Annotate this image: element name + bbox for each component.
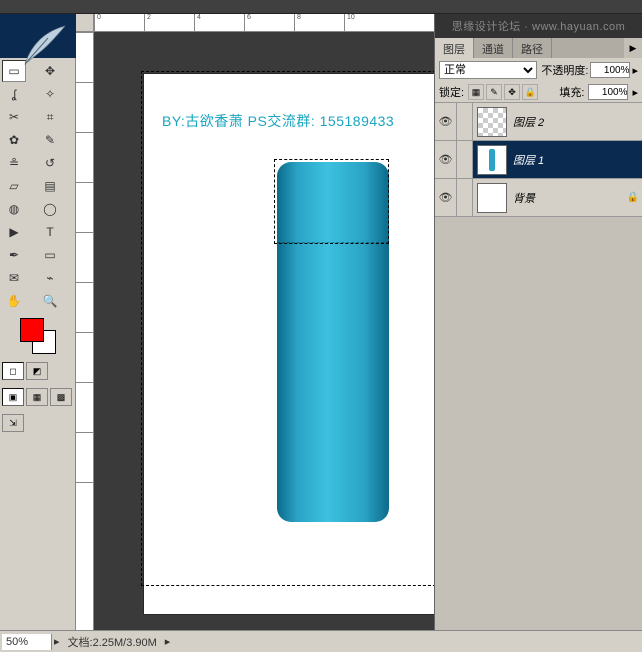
link-col[interactable] — [457, 103, 473, 140]
zoom-input[interactable]: 50% — [2, 634, 52, 650]
menubar[interactable] — [0, 0, 642, 14]
healing-brush-tool[interactable]: ✿ — [2, 129, 26, 151]
magic-wand-tool[interactable]: ✧ — [38, 83, 62, 105]
dodge-tool[interactable]: ◯ — [38, 198, 62, 220]
statusbar: 50% ▸ 文档:2.25M/3.90M ▸ — [0, 630, 642, 652]
visibility-eye-icon[interactable]: 👁 — [435, 179, 457, 216]
panel-menu-icon[interactable]: ▶ — [624, 38, 642, 58]
foreground-color-swatch[interactable] — [20, 318, 44, 342]
layer-thumbnail[interactable] — [477, 183, 507, 213]
eraser-tool[interactable]: ▱ — [2, 175, 26, 197]
tab-layers[interactable]: 图层 — [435, 38, 474, 58]
gradient-tool[interactable]: ▤ — [38, 175, 62, 197]
screen-full-icon[interactable]: ▩ — [50, 388, 72, 406]
quickmask-mode-icon[interactable]: ◩ — [26, 362, 48, 380]
screen-full-menu-icon[interactable]: ▦ — [26, 388, 48, 406]
layer-options-row: 正常 不透明度: ▸ — [435, 58, 642, 82]
color-swatches — [0, 314, 75, 358]
zoom-tool[interactable]: 🔍 — [38, 290, 62, 312]
standard-mode-icon[interactable]: ◻ — [2, 362, 24, 380]
fill-label: 填充: — [559, 84, 584, 100]
workspace: ▭ ✥ ʆ ✧ ✂ ⌗ ✿ ✎ ≗ ↺ ▱ ▤ ◍ ◯ ▶ T ✒ ▭ ✉ ⌁ … — [0, 14, 642, 630]
blur-tool[interactable]: ◍ — [2, 198, 26, 220]
layer-row[interactable]: 👁 图层 1 — [435, 141, 642, 179]
path-select-tool[interactable]: ▶ — [2, 221, 26, 243]
fill-arrow-icon[interactable]: ▸ — [632, 86, 638, 99]
lock-transparent-icon[interactable]: ▦ — [468, 84, 484, 100]
link-col[interactable] — [457, 141, 473, 178]
forum-watermark: 思缘设计论坛 · www.hayuan.com — [435, 14, 642, 38]
lock-icon: 🔒 — [624, 192, 642, 203]
move-tool[interactable]: ✥ — [38, 60, 62, 82]
screen-standard-icon[interactable]: ▣ — [2, 388, 24, 406]
layer-name[interactable]: 背景 — [511, 190, 624, 206]
visibility-eye-icon[interactable]: 👁 — [435, 103, 457, 140]
canvas-area: 0246810 BY:古欲香萧 PS交流群: 155189433 — [76, 14, 434, 630]
history-brush-tool[interactable]: ↺ — [38, 152, 62, 174]
blend-mode-select[interactable]: 正常 — [439, 61, 537, 79]
notes-tool[interactable]: ✉ — [2, 267, 26, 289]
lock-image-icon[interactable]: ✎ — [486, 84, 502, 100]
opacity-label: 不透明度: — [541, 62, 588, 78]
toolbox: ▭ ✥ ʆ ✧ ✂ ⌗ ✿ ✎ ≗ ↺ ▱ ▤ ◍ ◯ ▶ T ✒ ▭ ✉ ⌁ … — [0, 14, 76, 630]
hand-tool[interactable]: ✋ — [2, 290, 26, 312]
layers-list: 👁 图层 2 👁 图层 1 👁 背景 🔒 — [435, 103, 642, 630]
pen-tool[interactable]: ✒ — [2, 244, 26, 266]
visibility-eye-icon[interactable]: 👁 — [435, 141, 457, 178]
crop-tool[interactable]: ✂ — [2, 106, 26, 128]
document-canvas[interactable]: BY:古欲香萧 PS交流群: 155189433 — [144, 74, 434, 614]
shape-tool[interactable]: ▭ — [38, 244, 62, 266]
canvas-viewport[interactable]: BY:古欲香萧 PS交流群: 155189433 — [94, 32, 434, 630]
titlebar-corner — [0, 14, 76, 58]
ruler-vertical — [76, 32, 94, 630]
author-watermark-text: BY:古欲香萧 PS交流群: 155189433 — [162, 111, 394, 131]
type-tool[interactable]: T — [38, 221, 62, 243]
right-panels: 思缘设计论坛 · www.hayuan.com 图层 通道 路径 ▶ 正常 不透… — [434, 14, 642, 630]
tool-grid: ▭ ✥ ʆ ✧ ✂ ⌗ ✿ ✎ ≗ ↺ ▱ ▤ ◍ ◯ ▶ T ✒ ▭ ✉ ⌁ … — [0, 58, 75, 314]
link-col[interactable] — [457, 179, 473, 216]
bottle-shape — [277, 162, 389, 522]
layer-thumbnail[interactable] — [477, 145, 507, 175]
slice-tool[interactable]: ⌗ — [38, 106, 62, 128]
panel-tabs: 图层 通道 路径 ▶ — [435, 38, 642, 58]
layer-name[interactable]: 图层 1 — [511, 152, 642, 168]
tab-channels[interactable]: 通道 — [474, 38, 513, 58]
layer-row[interactable]: 👁 背景 🔒 — [435, 179, 642, 217]
doc-info-arrow-icon[interactable]: ▸ — [165, 635, 171, 648]
ruler-horizontal: 0246810 — [94, 14, 434, 32]
lock-all-icon[interactable]: 🔒 — [522, 84, 538, 100]
document-info: 文档:2.25M/3.90M — [60, 634, 165, 650]
layer-name[interactable]: 图层 2 — [511, 114, 642, 130]
opacity-arrow-icon[interactable]: ▸ — [632, 64, 638, 77]
bottle-cap-divider — [277, 242, 389, 243]
lasso-tool[interactable]: ʆ — [2, 83, 26, 105]
brush-tool[interactable]: ✎ — [38, 129, 62, 151]
lock-row: 锁定: ▦ ✎ ✥ 🔒 填充: ▸ — [435, 82, 642, 103]
marquee-rect-tool[interactable]: ▭ — [2, 60, 26, 82]
lock-position-icon[interactable]: ✥ — [504, 84, 520, 100]
fill-input[interactable] — [588, 84, 628, 100]
layer-thumbnail[interactable] — [477, 107, 507, 137]
tab-paths[interactable]: 路径 — [513, 38, 552, 58]
jump-to-icon[interactable]: ⇲ — [2, 414, 24, 432]
clone-stamp-tool[interactable]: ≗ — [2, 152, 26, 174]
layer-row[interactable]: 👁 图层 2 — [435, 103, 642, 141]
opacity-input[interactable] — [590, 62, 630, 78]
lock-label: 锁定: — [439, 84, 464, 100]
ruler-corner — [76, 14, 94, 32]
eyedropper-tool[interactable]: ⌁ — [38, 267, 62, 289]
